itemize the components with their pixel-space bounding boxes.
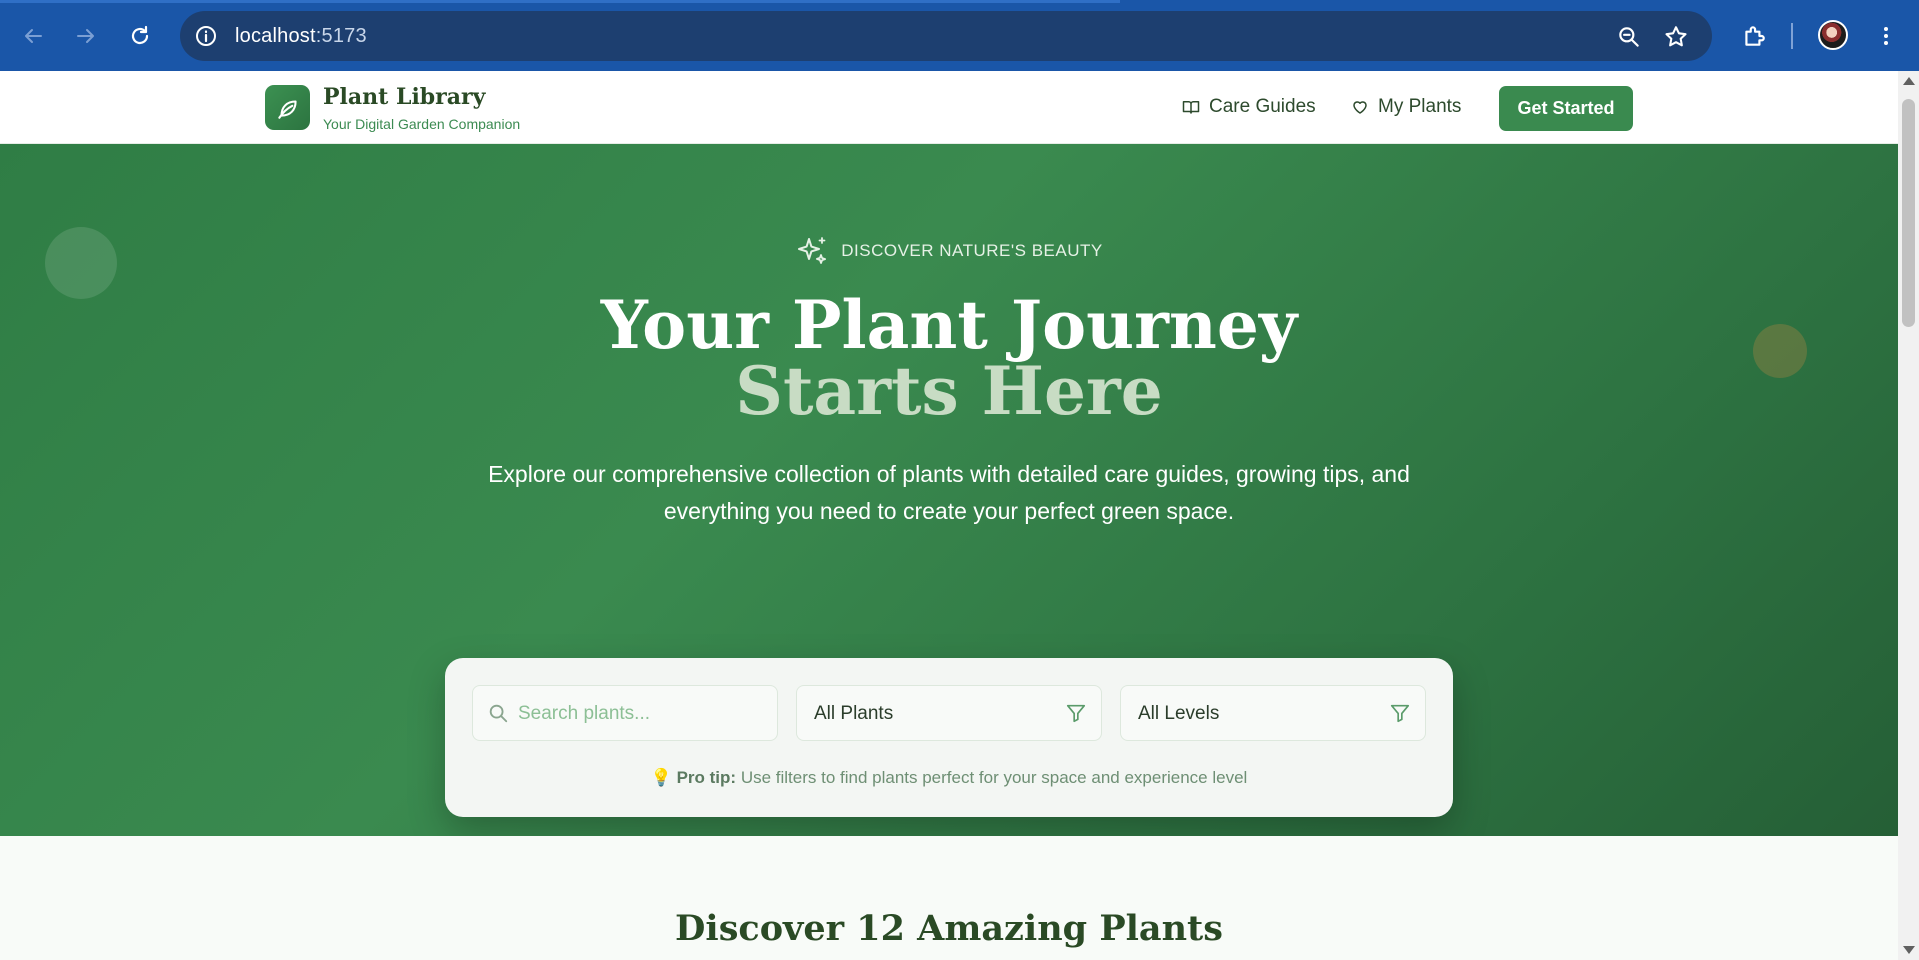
- url-host: localhost: [235, 25, 316, 47]
- nav-my-plants[interactable]: My Plants: [1351, 96, 1461, 118]
- brand-subtitle: Your Digital Garden Companion: [323, 116, 521, 132]
- arrow-left-icon: [25, 29, 42, 43]
- nav-care-guides[interactable]: Care Guides: [1182, 96, 1316, 118]
- search-icon: [489, 704, 508, 723]
- forward-button[interactable]: [66, 16, 106, 56]
- zoom-icon[interactable]: [1616, 24, 1642, 50]
- open-book-icon: [1182, 101, 1200, 114]
- search-panel: Search plants... All Plants All Levels 💡…: [445, 658, 1453, 817]
- lightbulb-icon: 💡: [650, 768, 672, 787]
- puzzle-icon: [1745, 26, 1765, 46]
- reload-button[interactable]: [120, 16, 160, 56]
- extensions-button[interactable]: [1734, 16, 1774, 56]
- logo[interactable]: [265, 85, 310, 130]
- arrow-right-icon: [77, 29, 94, 43]
- scrollbar-thumb[interactable]: [1902, 99, 1915, 327]
- heart-icon: [1353, 101, 1367, 114]
- hero-title-line2: Starts Here: [735, 352, 1163, 430]
- filter-icon: [1066, 704, 1086, 723]
- reload-icon: [131, 25, 149, 45]
- scroll-up-arrow[interactable]: [1903, 77, 1915, 85]
- leaf-icon: [277, 99, 297, 119]
- address-url: localhost:5173: [235, 25, 367, 48]
- bookmark-star-icon[interactable]: [1663, 24, 1689, 50]
- page-scrollbar[interactable]: [1898, 71, 1919, 960]
- back-button[interactable]: [13, 16, 53, 56]
- sparkles-icon: [798, 237, 827, 264]
- site-info-icon[interactable]: [194, 24, 218, 48]
- level-select[interactable]: All Levels: [1120, 685, 1426, 741]
- nav-my-plants-label: My Plants: [1378, 96, 1462, 117]
- search-placeholder: Search plants...: [518, 703, 651, 724]
- brand-title[interactable]: Plant Library: [323, 84, 485, 110]
- category-select-value: All Plants: [814, 703, 894, 724]
- address-bar[interactable]: localhost:5173: [180, 11, 1712, 61]
- more-vertical-icon: [1884, 27, 1888, 45]
- hero-description: Explore our comprehensive collection of …: [488, 461, 1410, 524]
- get-started-button[interactable]: Get Started: [1499, 86, 1633, 131]
- hero-eyebrow: DISCOVER NATURE'S BEAUTY: [0, 234, 1898, 268]
- nav-care-guides-label: Care Guides: [1209, 96, 1316, 117]
- profile-avatar[interactable]: [1818, 20, 1848, 50]
- browser-menu-button[interactable]: [1866, 16, 1906, 56]
- filter-icon: [1390, 704, 1410, 723]
- page-load-progress: [0, 0, 1120, 3]
- pro-tip-text: Use filters to find plants perfect for y…: [740, 768, 1248, 787]
- site-header: Plant Library Your Digital Garden Compan…: [0, 71, 1898, 144]
- discover-section: Discover 12 Amazing Plants: [0, 836, 1898, 960]
- hero-eyebrow-text: DISCOVER NATURE'S BEAUTY: [841, 241, 1103, 260]
- search-input[interactable]: Search plants...: [472, 685, 778, 741]
- toolbar-divider: [1791, 23, 1793, 49]
- level-select-value: All Levels: [1138, 703, 1220, 724]
- url-port: :5173: [315, 25, 367, 47]
- pro-tip-label: Pro tip:: [676, 768, 737, 787]
- page-viewport: Plant Library Your Digital Garden Compan…: [0, 71, 1898, 960]
- hero-section: DISCOVER NATURE'S BEAUTY Your Plant Jour…: [0, 144, 1898, 836]
- category-select[interactable]: All Plants: [796, 685, 1102, 741]
- discover-heading: Discover 12 Amazing Plants: [675, 908, 1223, 949]
- scroll-down-arrow[interactable]: [1903, 946, 1915, 954]
- pro-tip: 💡 Pro tip: Use filters to find plants pe…: [445, 768, 1453, 788]
- hero-title-line1: Your Plant Journey: [600, 286, 1298, 364]
- browser-toolbar: localhost:5173: [0, 0, 1919, 71]
